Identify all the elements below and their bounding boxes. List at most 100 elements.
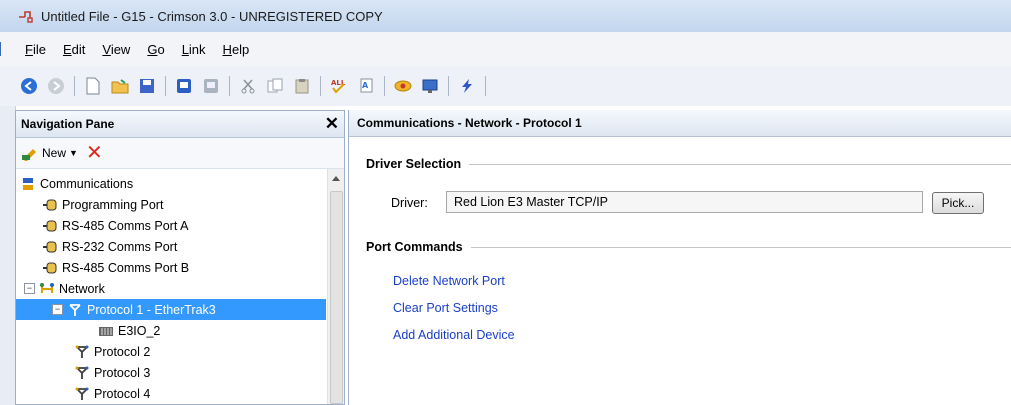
toolbar-separator: [229, 76, 230, 96]
chevron-down-icon: ▼: [69, 148, 78, 158]
app-icon: [18, 9, 34, 23]
tree-item-label: E3IO_2: [118, 323, 161, 338]
lightning-icon[interactable]: [458, 77, 476, 95]
protocol-icon: [74, 345, 90, 359]
communications-icon: [20, 177, 36, 191]
close-pane-icon[interactable]: ✕: [325, 114, 339, 134]
menu-edit[interactable]: Edit: [63, 42, 85, 57]
content-panel: Communications - Network - Protocol 1 Dr…: [348, 110, 1011, 405]
section-divider: [470, 246, 1011, 248]
tree-item-protocol-1[interactable]: − Protocol 1 - EtherTrak3: [16, 299, 326, 320]
new-button[interactable]: New ▼: [21, 145, 78, 161]
clear-port-settings-link[interactable]: Clear Port Settings: [393, 301, 498, 315]
tree-item-label: RS-485 Comms Port B: [62, 260, 190, 275]
new-item-icon: [21, 145, 39, 161]
tree-item-protocol-4[interactable]: Protocol 4: [16, 383, 326, 404]
port-icon: [42, 240, 58, 254]
tree-item-label: Protocol 1 - EtherTrak3: [87, 302, 216, 317]
tree-item-label: RS-232 Comms Port: [62, 239, 178, 254]
window-icon[interactable]: [202, 77, 220, 95]
collapse-toggle[interactable]: −: [52, 304, 63, 315]
navigation-pane-title: Navigation Pane: [21, 117, 115, 131]
save-alt-icon[interactable]: [175, 77, 193, 95]
copy-icon[interactable]: [266, 77, 284, 95]
toolbar-separator: [485, 76, 486, 96]
device-icon: [98, 324, 114, 338]
new-file-icon[interactable]: [84, 77, 102, 95]
open-folder-icon[interactable]: [111, 77, 129, 95]
spell-check-icon[interactable]: ALL: [330, 77, 348, 95]
toolbar-separator: [448, 76, 449, 96]
add-additional-device-link[interactable]: Add Additional Device: [393, 328, 515, 342]
navigation-toolbar: New ▼ ✕: [16, 138, 344, 169]
navigation-pane-header: Navigation Pane ✕: [16, 111, 344, 138]
network-icon: [39, 282, 55, 296]
tree-item-rs232-port[interactable]: RS-232 Comms Port: [16, 236, 326, 257]
menu-edge: [0, 42, 8, 56]
left-dock-strip: [0, 106, 16, 405]
link-icon[interactable]: [394, 77, 412, 95]
port-icon: [42, 261, 58, 275]
cut-icon[interactable]: [239, 77, 257, 95]
tree-item-label: Protocol 4: [94, 386, 151, 401]
toolbar-separator: [320, 76, 321, 96]
protocol-icon: [74, 366, 90, 380]
tree-item-e3io-2[interactable]: E3IO_2: [16, 320, 326, 341]
section-title: Driver Selection: [366, 157, 462, 171]
save-icon[interactable]: [138, 77, 156, 95]
tree-item-protocol-2[interactable]: Protocol 2: [16, 341, 326, 362]
title-bar: Untitled File - G15 - Crimson 3.0 - UNRE…: [0, 0, 1011, 32]
menu-go[interactable]: Go: [147, 42, 164, 57]
find-replace-icon[interactable]: A: [357, 77, 375, 95]
driver-label: Driver:: [391, 196, 428, 210]
section-divider: [469, 163, 1011, 165]
svg-text:A: A: [362, 81, 369, 90]
tree-item-label: Programming Port: [62, 197, 164, 212]
delete-icon[interactable]: ✕: [86, 143, 103, 163]
svg-text:ALL: ALL: [331, 79, 346, 87]
paste-icon[interactable]: [293, 77, 311, 95]
menu-bar: File Edit View Go Link Help: [0, 32, 1011, 66]
port-commands-section: Port Commands: [366, 240, 1011, 254]
new-button-label: New: [42, 146, 67, 160]
main-toolbar: ALL A: [0, 66, 1011, 106]
menu-file[interactable]: File: [25, 42, 46, 57]
forward-icon[interactable]: [47, 77, 65, 95]
menu-help[interactable]: Help: [223, 42, 250, 57]
tree-item-label: Protocol 3: [94, 365, 151, 380]
navigation-pane: Navigation Pane ✕ New ▼ ✕ Communications…: [15, 110, 345, 405]
tree-item-rs485-port-a[interactable]: RS-485 Comms Port A: [16, 215, 326, 236]
tree-item-network[interactable]: − Network: [16, 278, 326, 299]
window-title: Untitled File - G15 - Crimson 3.0 - UNRE…: [41, 8, 383, 24]
menu-link[interactable]: Link: [182, 42, 206, 57]
scroll-thumb[interactable]: [330, 191, 343, 404]
protocol-icon: [74, 387, 90, 401]
tree-item-rs485-port-b[interactable]: RS-485 Comms Port B: [16, 257, 326, 278]
tree-item-communications[interactable]: Communications: [16, 173, 326, 194]
port-icon: [42, 219, 58, 233]
tree-item-programming-port[interactable]: Programming Port: [16, 194, 326, 215]
tree-item-label: RS-485 Comms Port A: [62, 218, 189, 233]
tree-item-label: Communications: [40, 176, 134, 191]
driver-selection-section: Driver Selection: [366, 157, 1011, 171]
driver-field[interactable]: Red Lion E3 Master TCP/IP: [446, 191, 923, 213]
tree-item-label: Protocol 2: [94, 344, 151, 359]
tree-item-protocol-3[interactable]: Protocol 3: [16, 362, 326, 383]
tree-scrollbar[interactable]: [327, 169, 344, 404]
collapse-toggle[interactable]: −: [24, 283, 35, 294]
toolbar-separator: [165, 76, 166, 96]
protocol-icon: [67, 303, 83, 317]
port-icon: [42, 198, 58, 212]
toolbar-separator: [384, 76, 385, 96]
content-header: Communications - Network - Protocol 1: [349, 110, 1011, 137]
navigation-tree: Communications Programming Port RS-485 C…: [16, 169, 344, 404]
back-icon[interactable]: [20, 77, 38, 95]
pick-button[interactable]: Pick...: [932, 192, 984, 214]
delete-network-port-link[interactable]: Delete Network Port: [393, 274, 505, 288]
scroll-up-icon[interactable]: [332, 176, 340, 181]
monitor-icon[interactable]: [421, 77, 439, 95]
toolbar-separator: [74, 76, 75, 96]
tree-item-label: Network: [59, 281, 105, 296]
menu-view[interactable]: View: [102, 42, 130, 57]
section-title: Port Commands: [366, 240, 463, 254]
